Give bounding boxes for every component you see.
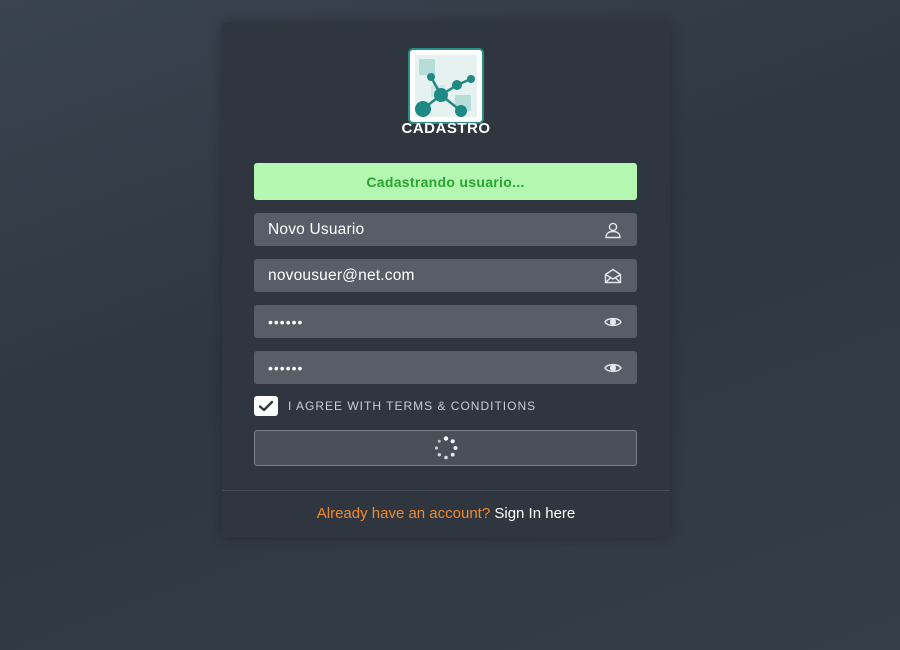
loading-spinner-icon: [434, 436, 457, 460]
password-input[interactable]: [268, 313, 603, 330]
user-icon: [603, 220, 623, 240]
terms-label[interactable]: I AGREE WITH TERMS & CONDITIONS: [288, 399, 536, 413]
username-input[interactable]: [268, 220, 603, 239]
email-input[interactable]: [268, 266, 603, 285]
page-title: CADASTRO: [401, 120, 491, 137]
signin-prompt: Already have an account? Sign In here: [222, 505, 670, 522]
eye-icon[interactable]: [603, 358, 623, 378]
divider: [222, 490, 670, 491]
terms-checkbox[interactable]: [254, 396, 278, 416]
confirm-password-field[interactable]: [254, 351, 637, 384]
signin-link[interactable]: Sign In here: [494, 505, 575, 522]
checkmark-icon: [258, 400, 274, 412]
confirm-password-input[interactable]: [268, 359, 603, 376]
signup-card: CADASTRO Cadastrando usuario... Novo Usu…: [222, 23, 670, 537]
email-field[interactable]: [254, 259, 637, 292]
password-field[interactable]: [254, 305, 637, 338]
status-message: Cadastrando usuario...: [254, 163, 637, 200]
app-logo: [405, 45, 487, 127]
submit-button[interactable]: [254, 430, 637, 466]
envelope-icon: [603, 266, 623, 286]
username-field[interactable]: [254, 213, 637, 246]
eye-icon[interactable]: [603, 312, 623, 332]
terms-agreement: I AGREE WITH TERMS & CONDITIONS: [254, 396, 536, 416]
signin-question: Already have an account?: [316, 505, 491, 522]
